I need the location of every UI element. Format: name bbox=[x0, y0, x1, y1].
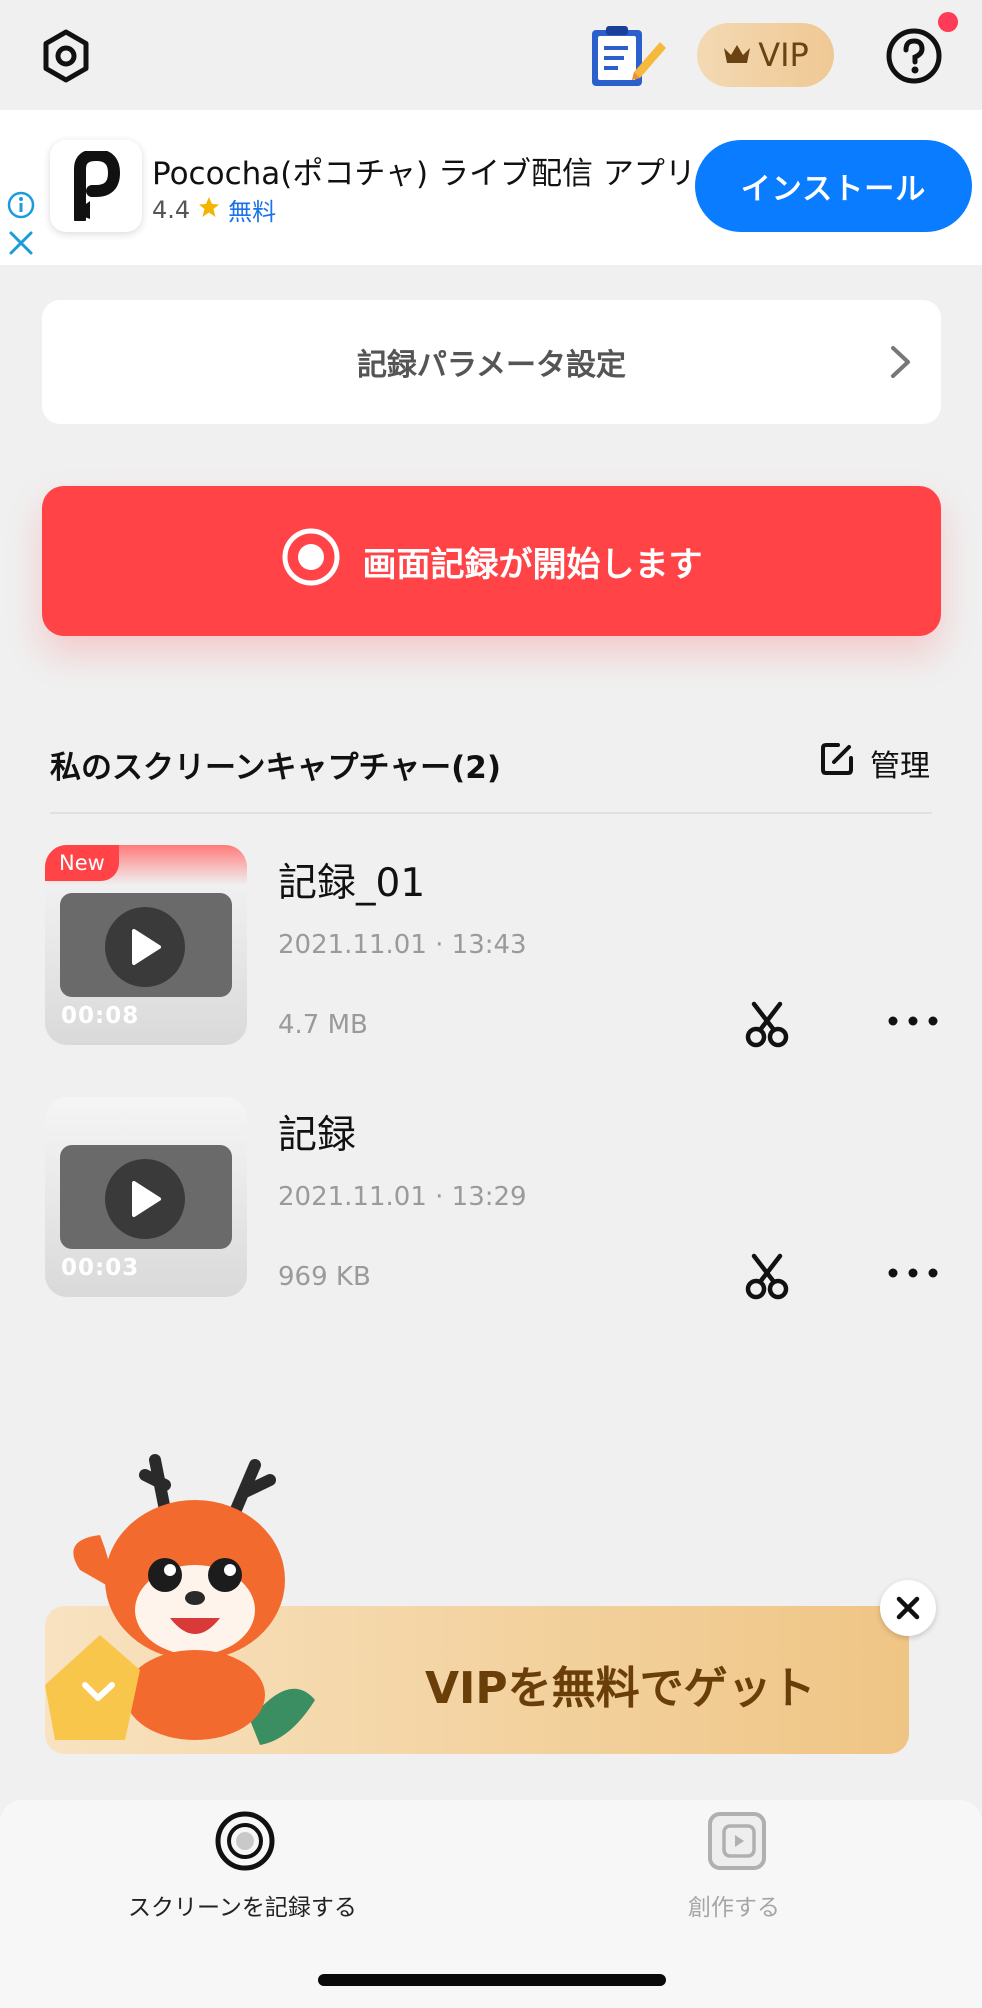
nav-create-label: 創作する bbox=[688, 1895, 780, 1921]
ad-app-name[interactable]: Pococha(ポコチャ) ライブ配信 アプリ bbox=[152, 148, 696, 193]
recording-params-label: 記録パラメータ設定 bbox=[356, 348, 627, 383]
star-icon bbox=[198, 196, 220, 224]
nav-record-tab[interactable]: スクリーンを記録する bbox=[120, 1810, 370, 1930]
notes-icon[interactable] bbox=[588, 24, 670, 90]
more-icon[interactable] bbox=[888, 1262, 938, 1288]
ad-rating: 4.4 bbox=[152, 195, 191, 224]
recording-thumbnail[interactable]: 00:03 bbox=[45, 1097, 247, 1297]
ad-info-icon[interactable] bbox=[6, 190, 36, 220]
create-tab-icon bbox=[706, 1810, 768, 1872]
recording-name[interactable]: 記録 bbox=[278, 1104, 356, 1160]
nav-record-label: スクリーンを記録する bbox=[128, 1895, 357, 1921]
manage-label: 管理 bbox=[870, 749, 930, 784]
recording-size: 969 KB bbox=[278, 1262, 371, 1292]
vip-label: VIP bbox=[758, 36, 809, 74]
vip-button[interactable]: VIP bbox=[697, 23, 834, 87]
top-bar bbox=[0, 0, 982, 110]
crown-icon bbox=[722, 36, 752, 74]
more-icon[interactable] bbox=[888, 1010, 938, 1040]
home-indicator[interactable] bbox=[318, 1974, 666, 1986]
record-tab-icon bbox=[214, 1810, 276, 1872]
ad-close-icon[interactable] bbox=[6, 228, 36, 258]
recording-date: 2021.11.01 · 13:43 bbox=[278, 930, 527, 960]
scissors-icon[interactable] bbox=[744, 1000, 790, 1048]
captures-title: 私のスクリーンキャプチャー(2) bbox=[50, 750, 502, 786]
recording-params-button[interactable]: 記録パラメータ設定 bbox=[42, 300, 941, 424]
play-icon[interactable] bbox=[105, 1159, 185, 1239]
help-icon[interactable] bbox=[884, 26, 944, 86]
duration-label: 00:08 bbox=[61, 1003, 140, 1029]
play-icon[interactable] bbox=[105, 907, 185, 987]
scissors-icon[interactable] bbox=[744, 1252, 790, 1300]
notification-dot bbox=[938, 12, 958, 32]
ad-price: 無料 bbox=[228, 198, 277, 226]
recording-name[interactable]: 記録_01 bbox=[278, 852, 425, 908]
chevron-right-icon bbox=[880, 342, 920, 382]
start-recording-label: 画面記録が開始します bbox=[362, 544, 703, 585]
record-icon bbox=[281, 527, 341, 596]
recording-date: 2021.11.01 · 13:29 bbox=[278, 1182, 527, 1212]
vip-promo-label[interactable]: VIPを無料でゲット bbox=[425, 1652, 816, 1716]
divider bbox=[50, 812, 932, 814]
settings-icon[interactable] bbox=[38, 28, 94, 84]
ad-rating-row: 4.4 無料 bbox=[152, 192, 276, 227]
new-badge: New bbox=[45, 845, 119, 881]
start-recording-button[interactable]: 画面記録が開始します bbox=[42, 486, 941, 636]
deer-mascot-illustration bbox=[40, 1440, 340, 1760]
close-icon[interactable] bbox=[880, 1580, 936, 1636]
recording-size: 4.7 MB bbox=[278, 1010, 368, 1040]
ad-app-logo[interactable] bbox=[50, 140, 142, 232]
install-button[interactable]: インストール bbox=[695, 140, 972, 232]
recording-thumbnail[interactable]: New 00:08 bbox=[45, 845, 247, 1045]
edit-icon bbox=[818, 740, 856, 786]
nav-create-tab[interactable]: 創作する bbox=[660, 1810, 810, 1930]
manage-button[interactable]: 管理 bbox=[818, 740, 930, 786]
duration-label: 00:03 bbox=[61, 1255, 140, 1281]
